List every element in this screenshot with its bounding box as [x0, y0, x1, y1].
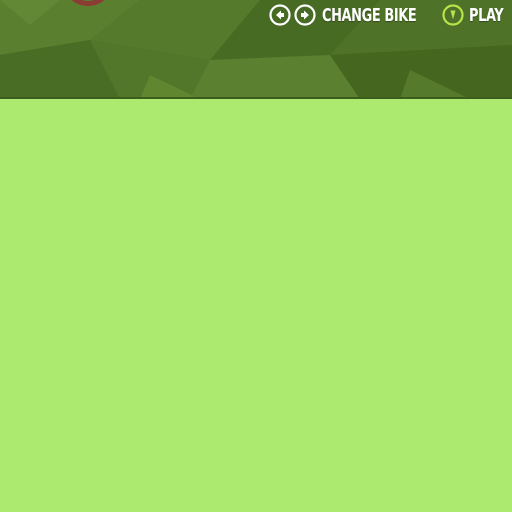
- header-controls: CHANGE BIKE PLAY: [269, 3, 506, 27]
- bike-preview-panel: CHANGE BIKE PLAY: [0, 0, 512, 99]
- game-screen: CHANGE BIKE PLAY: [0, 0, 512, 512]
- arrow-right-circle-icon[interactable]: [294, 4, 316, 26]
- play-button[interactable]: PLAY: [442, 4, 506, 26]
- arrow-left-circle-icon[interactable]: [269, 4, 291, 26]
- change-bike-button[interactable]: CHANGE BIKE: [322, 5, 417, 26]
- lower-empty-area: [0, 99, 512, 512]
- play-circle-icon: [442, 4, 464, 26]
- play-label: PLAY: [469, 4, 504, 26]
